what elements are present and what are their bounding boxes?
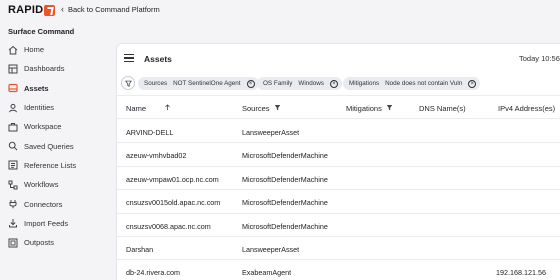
sidebar-item-dashboards[interactable]: Dashboards (0, 59, 112, 78)
asset-source: ExabeamAgent (242, 268, 292, 278)
column-label: IPv4 Address(es) (498, 104, 556, 113)
list-icon (8, 160, 18, 170)
asset-name[interactable]: azeuw-vmhvbad02 (126, 151, 186, 160)
table-row[interactable]: azeuw-vmpaw01.ocp.nc.com MicrosoftDefend… (117, 167, 560, 191)
table-row[interactable]: cnsuzsv0015old.apac.nc.com MicrosoftDefe… (117, 190, 560, 214)
asset-source: MicrosoftDefenderMachine (242, 198, 328, 208)
asset-source: LansweeperAsset (242, 245, 300, 254)
sidebar: Home Dashboards Assets Identities Worksp… (0, 40, 112, 252)
sidebar-item-identities[interactable]: Identities (0, 98, 112, 117)
asset-name[interactable]: db-24.rivera.com (126, 268, 180, 277)
column-header-mitigations[interactable]: Mitigations (346, 104, 393, 113)
sidebar-item-label: Reference Lists (24, 160, 77, 170)
asset-ip: 192.168.121.56 (496, 268, 546, 278)
sidebar-item-label: Workflows (24, 180, 59, 190)
search-icon (8, 141, 18, 151)
sidebar-item-label: Saved Queries (24, 141, 74, 151)
chip-value: Node does not contain Vuln (385, 80, 463, 87)
table-row[interactable]: Darshan LansweeperAsset (117, 237, 560, 261)
sidebar-item-label: Import Feeds (24, 218, 69, 228)
asset-source: MicrosoftDefenderMachine (242, 151, 328, 161)
column-label: Sources (242, 104, 270, 113)
sidebar-item-label: Connectors (24, 199, 63, 209)
sidebar-item-label: Workspace (24, 122, 62, 132)
sidebar-item-connectors[interactable]: Connectors (0, 194, 112, 213)
sidebar-item-label: Identities (24, 103, 55, 113)
chevron-left-icon: ‹ (61, 4, 64, 14)
sort-arrow-up-icon[interactable] (164, 104, 171, 113)
sidebar-item-outposts[interactable]: Outposts (0, 233, 112, 252)
table-header: Name Sources Mitigations DNS Name(s) IPv… (117, 95, 560, 119)
sidebar-item-workspace[interactable]: Workspace (0, 117, 112, 136)
asset-source: MicrosoftDefenderMachine (242, 174, 328, 184)
column-header-sources[interactable]: Sources (242, 104, 281, 113)
chip-key: Sources (144, 80, 168, 87)
back-link-label: Back to Command Platform (68, 5, 160, 14)
chip-value: NOT SentinelOne Agent (173, 80, 241, 87)
menu-icon[interactable] (124, 54, 134, 62)
chip-value: Windows (298, 80, 324, 87)
back-to-command-platform-link[interactable]: ‹ Back to Command Platform (61, 4, 160, 15)
sidebar-item-saved-queries[interactable]: Saved Queries (0, 136, 112, 155)
column-header-ipv4-addresses[interactable]: IPv4 Address(es) (498, 104, 555, 113)
workspace-icon (8, 122, 18, 132)
sidebar-item-reference-lists[interactable]: Reference Lists (0, 156, 112, 175)
asset-name[interactable]: Darshan (126, 245, 153, 254)
filter-chip-sources[interactable]: Sources NOT SentinelOne Agent × (138, 77, 259, 90)
table-row[interactable]: azeuw-vmhvbad02 MicrosoftDefenderMachine (117, 143, 560, 167)
asset-source: MicrosoftDefenderMachine (242, 221, 328, 231)
sidebar-item-home[interactable]: Home (0, 40, 112, 59)
filter-bar: Sources NOT SentinelOne Agent × OS Famil… (117, 75, 560, 91)
filter-icon (124, 80, 132, 87)
table-row[interactable]: db-24.rivera.com ExabeamAgent 192.168.12… (117, 260, 560, 280)
chip-key: OS Family (263, 80, 293, 87)
app-title: Surface Command (8, 27, 75, 36)
asset-name[interactable]: azeuw-vmpaw01.ocp.nc.com (126, 175, 219, 184)
timestamp: Today 10:56 (519, 54, 560, 63)
home-icon (8, 45, 18, 55)
dashboard-icon (8, 64, 18, 74)
asset-name[interactable]: ARVIND-DELL (126, 128, 173, 137)
column-header-dns-names[interactable]: DNS Name(s) (419, 104, 466, 113)
sidebar-item-label: Assets (24, 83, 49, 93)
column-label: Mitigations (346, 104, 382, 113)
close-icon[interactable]: × (329, 79, 338, 88)
identity-icon (8, 103, 18, 113)
asset-name[interactable]: cnsuzsv0068.apac.nc.com (126, 222, 211, 231)
workflow-icon (8, 180, 18, 190)
asset-name[interactable]: cnsuzsv0015old.apac.nc.com (126, 198, 220, 207)
asset-source: LansweeperAsset (242, 128, 300, 137)
close-icon[interactable]: × (468, 79, 477, 88)
table-row[interactable]: ARVIND-DELL LansweeperAsset (117, 120, 560, 144)
sidebar-item-import-feeds[interactable]: Import Feeds (0, 214, 112, 233)
page-title: Assets (144, 54, 172, 64)
outpost-icon (8, 238, 18, 248)
rapid7-logo[interactable]: RAPID (8, 4, 56, 16)
sidebar-item-assets[interactable]: Assets (0, 79, 112, 98)
close-icon[interactable]: × (246, 79, 255, 88)
logo-text: RAPID (8, 4, 44, 16)
filter-chip-mitigations[interactable]: Mitigations Node does not contain Vuln × (343, 77, 481, 90)
assets-icon (8, 83, 18, 93)
filter-icon[interactable] (274, 104, 281, 113)
connector-icon (8, 199, 18, 209)
column-header-name[interactable]: Name (126, 104, 171, 113)
sidebar-item-label: Dashboards (24, 64, 65, 74)
chip-key: Mitigations (349, 80, 380, 87)
sidebar-item-label: Outposts (24, 238, 55, 248)
filter-icon[interactable] (386, 104, 393, 113)
assets-panel: Assets Today 10:56 Sources NOT SentinelO… (116, 43, 560, 280)
filter-button[interactable] (121, 76, 135, 90)
sidebar-item-workflows[interactable]: Workflows (0, 175, 112, 194)
panel-header: Assets Today 10:56 (117, 44, 560, 72)
table-row[interactable]: cnsuzsv0068.apac.nc.com MicrosoftDefende… (117, 214, 560, 237)
top-bar: RAPID ‹ Back to Command Platform (0, 0, 560, 20)
sidebar-item-label: Home (24, 45, 45, 55)
column-label: DNS Name(s) (419, 104, 466, 113)
logo-mark-icon (44, 4, 56, 16)
filter-chip-os-family[interactable]: OS Family Windows × (257, 77, 342, 90)
column-label: Name (126, 104, 147, 113)
import-icon (8, 218, 18, 228)
